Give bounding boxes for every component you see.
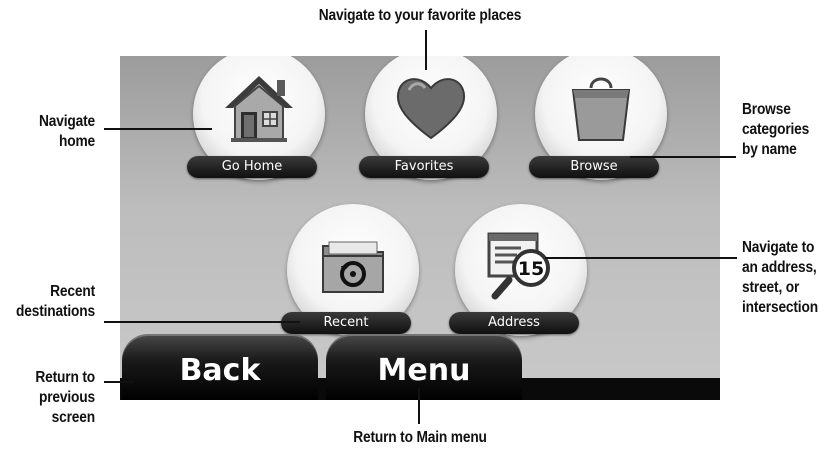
callout-home: Navigate home: [13, 112, 95, 152]
callout-browse: Browse categories by name: [742, 100, 824, 160]
leader-browse: [630, 156, 736, 158]
leader-recent: [104, 321, 300, 323]
callout-favorites: Navigate to your favorite places: [318, 7, 522, 24]
leader-menu: [418, 388, 420, 424]
callout-back-line-1: Return to: [35, 369, 95, 386]
leader-back: [104, 381, 134, 383]
callout-recent-line-1: Recent: [50, 283, 95, 300]
callout-browse-line-2: categories: [742, 121, 810, 138]
callout-back-line-3: screen: [51, 409, 96, 426]
callout-address-line-3: street, or: [742, 279, 800, 296]
callout-address-line-4: intersection: [742, 299, 818, 316]
go-home-button[interactable]: Go Home: [187, 56, 325, 180]
favorites-button[interactable]: Favorites: [359, 56, 497, 180]
leader-address: [545, 257, 737, 259]
go-home-label: Go Home: [187, 156, 317, 178]
callout-address: Navigate to an address, street, or inter…: [742, 238, 824, 318]
callout-recent-line-2: destinations: [16, 303, 95, 320]
address-label: Address: [449, 312, 579, 334]
heart-icon: [396, 78, 466, 140]
callout-menu: Return to Main menu: [353, 429, 487, 446]
browse-button[interactable]: Browse: [529, 56, 667, 180]
callout-address-line-2: an address,: [742, 259, 817, 276]
leader-home: [104, 128, 212, 130]
shopping-bag-icon: [571, 77, 631, 141]
address-icon-number: 15: [518, 258, 544, 280]
browse-label: Browse: [529, 156, 659, 178]
favorites-label: Favorites: [359, 156, 489, 178]
callout-browse-line-3: by name: [742, 141, 797, 158]
callout-home-line-1: Navigate: [39, 113, 95, 130]
leader-favorites: [425, 30, 427, 70]
address-button[interactable]: 15 Address: [449, 204, 587, 336]
callout-back: Return to previous screen: [13, 368, 95, 428]
callout-browse-line-1: Browse: [742, 101, 791, 118]
back-button[interactable]: Back: [122, 334, 318, 400]
address-magnifier-icon: 15: [487, 232, 550, 300]
callout-home-line-2: home: [58, 133, 95, 150]
recent-folder-icon: [322, 241, 384, 293]
bottom-bar: Back Menu: [120, 334, 720, 400]
house-icon: [225, 76, 293, 142]
device-screen: Go Home Favorites Browse Recent 15 Addre…: [120, 56, 720, 400]
callout-back-line-2: previous: [39, 389, 95, 406]
menu-button[interactable]: Menu: [326, 334, 522, 400]
callout-recent: Recent destinations: [13, 282, 95, 322]
recent-label: Recent: [281, 312, 411, 334]
recent-button[interactable]: Recent: [281, 204, 419, 336]
callout-address-line-1: Navigate to: [742, 239, 815, 256]
